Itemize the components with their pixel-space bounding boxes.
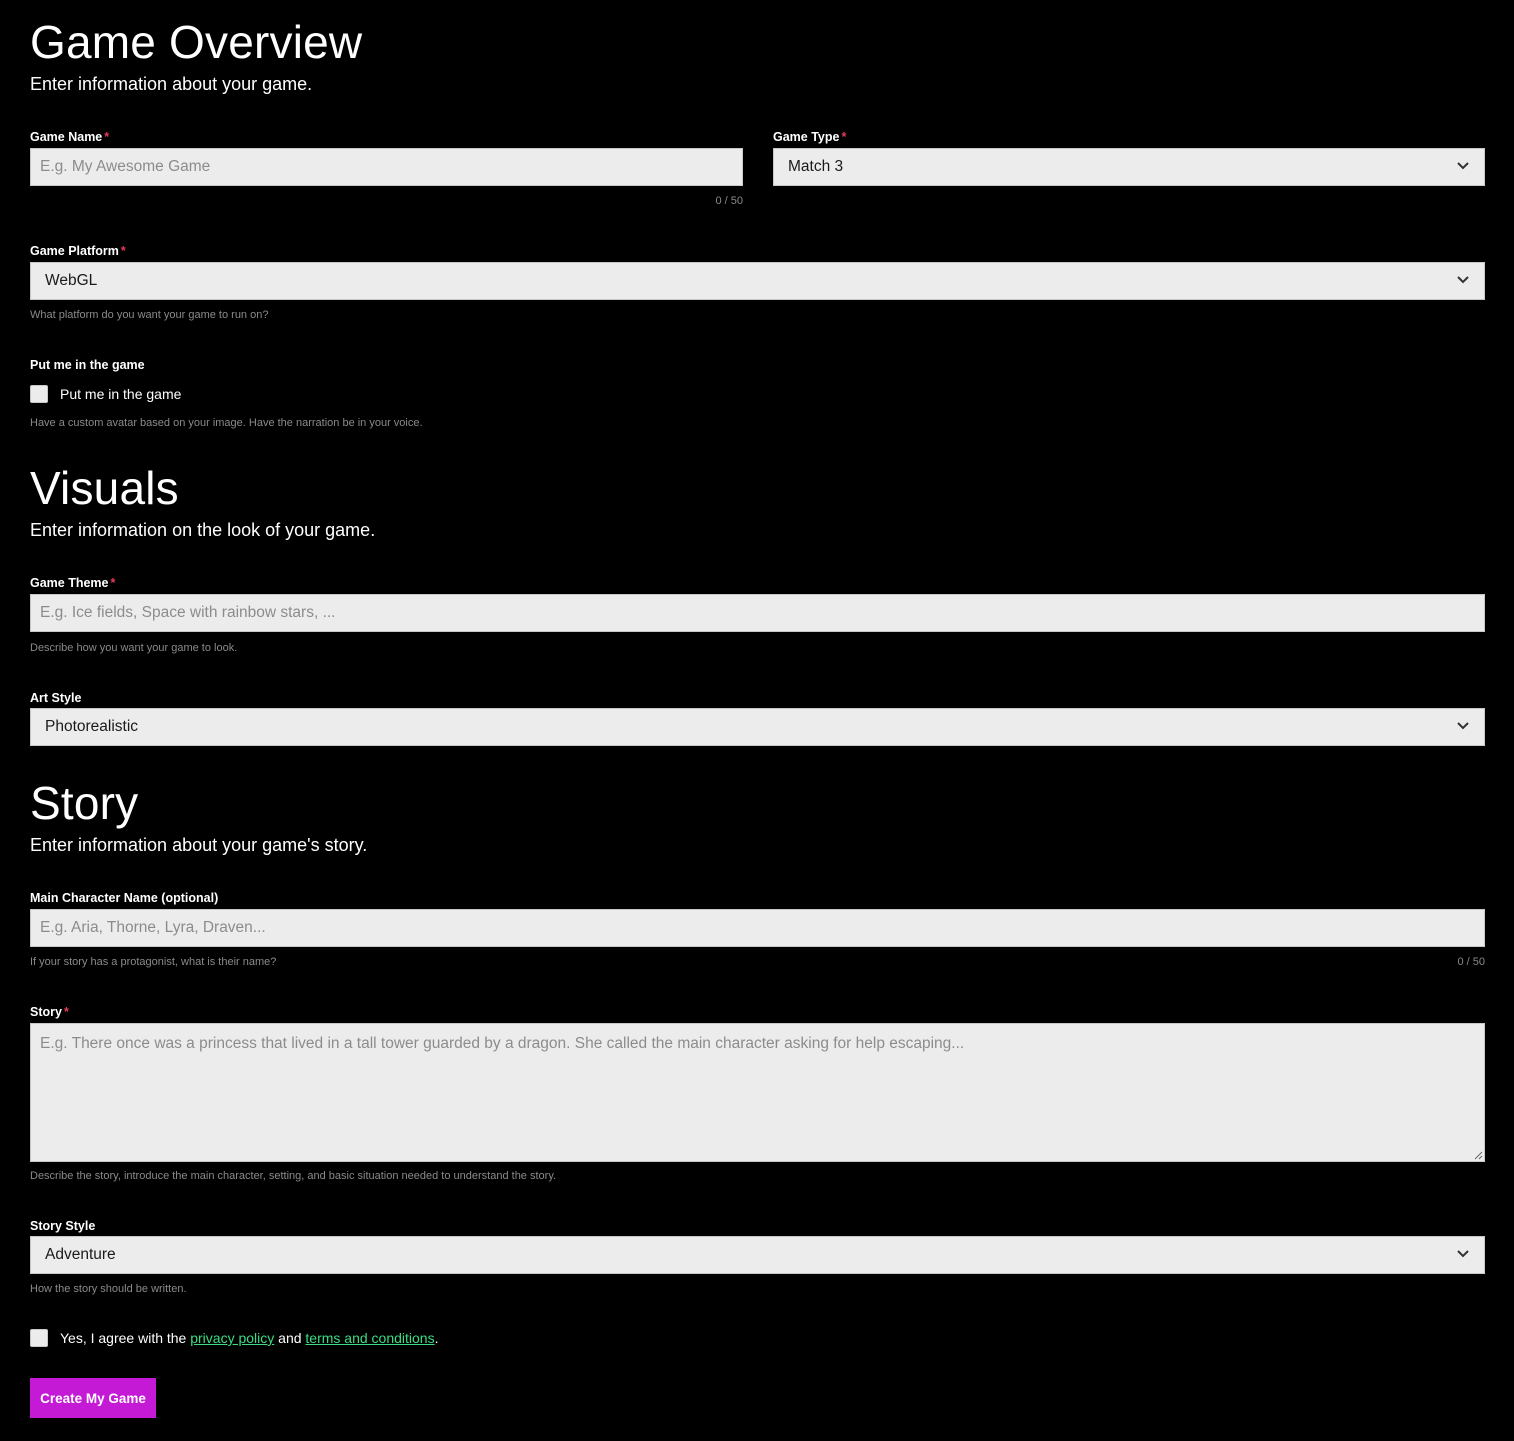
agree-label: Yes, I agree with the privacy policy and… xyxy=(60,1331,438,1345)
story-style-hint: How the story should be written. xyxy=(30,1283,187,1295)
section-subtitle-game-overview: Enter information about your game. xyxy=(30,74,313,94)
privacy-policy-link[interactable]: privacy policy xyxy=(190,1330,274,1346)
put-me-in-game-label: Put me in the game xyxy=(30,358,145,372)
agree-suffix: . xyxy=(434,1330,439,1346)
main-character-field xyxy=(30,909,1485,947)
game-platform-label: Game Platform * xyxy=(30,245,126,258)
art-style-label: Art Style xyxy=(30,691,82,705)
game-platform-label-text: Game Platform xyxy=(30,244,119,258)
section-title-story: Story xyxy=(30,777,139,829)
story-hint: Describe the story, introduce the main c… xyxy=(30,1170,557,1182)
game-name-field xyxy=(30,148,743,186)
required-marker: * xyxy=(120,244,126,258)
main-character-input[interactable] xyxy=(31,910,1484,946)
game-type-select[interactable]: Match 3 xyxy=(773,148,1485,186)
game-platform-value: WebGL xyxy=(45,272,98,289)
put-me-in-game-checkbox[interactable] xyxy=(30,385,48,403)
game-name-input[interactable] xyxy=(31,149,742,185)
game-theme-label-text: Game Theme xyxy=(30,576,109,590)
story-style-value: Adventure xyxy=(45,1246,116,1263)
main-character-hint: If your story has a protagonist, what is… xyxy=(30,956,277,968)
resize-handle-icon[interactable] xyxy=(1473,1150,1483,1160)
story-style-label: Story Style xyxy=(30,1219,96,1233)
required-marker: * xyxy=(63,1005,69,1019)
chevron-down-icon xyxy=(1457,1250,1469,1258)
game-theme-input[interactable] xyxy=(31,595,1484,631)
agree-prefix: Yes, I agree with the xyxy=(60,1330,191,1346)
main-character-counter: 0 / 50 xyxy=(1457,956,1485,968)
story-style-select[interactable]: Adventure xyxy=(30,1236,1485,1274)
section-subtitle-story: Enter information about your game's stor… xyxy=(30,835,368,855)
chevron-down-icon xyxy=(1457,722,1469,730)
game-name-label: Game Name * xyxy=(30,131,109,144)
story-label-text: Story xyxy=(30,1005,62,1019)
art-style-value: Photorealistic xyxy=(45,718,139,735)
game-platform-select[interactable]: WebGL xyxy=(30,262,1485,300)
game-theme-hint: Describe how you want your game to look. xyxy=(30,642,238,654)
game-type-value: Match 3 xyxy=(788,158,844,175)
section-title-game-overview: Game Overview xyxy=(30,16,363,68)
game-theme-field xyxy=(30,594,1485,632)
agree-checkbox[interactable] xyxy=(30,1329,48,1347)
terms-link[interactable]: terms and conditions xyxy=(305,1330,434,1346)
game-type-label-text: Game Type xyxy=(773,130,840,144)
chevron-down-icon xyxy=(1457,276,1469,284)
game-theme-label: Game Theme * xyxy=(30,577,115,590)
story-field xyxy=(30,1023,1485,1162)
story-label: Story * xyxy=(30,1006,69,1019)
create-game-button[interactable]: Create My Game xyxy=(30,1378,156,1418)
section-title-visuals: Visuals xyxy=(30,462,179,514)
put-me-in-game-hint: Have a custom avatar based on your image… xyxy=(30,417,423,429)
put-me-in-game-checkbox-label[interactable]: Put me in the game xyxy=(60,387,181,401)
game-name-counter: 0 / 50 xyxy=(715,195,743,207)
game-type-label: Game Type * xyxy=(773,131,846,144)
required-marker: * xyxy=(110,576,116,590)
story-textarea[interactable] xyxy=(31,1024,1484,1161)
game-name-label-text: Game Name xyxy=(30,130,103,144)
game-platform-hint: What platform do you want your game to r… xyxy=(30,309,269,321)
chevron-down-icon xyxy=(1457,162,1469,170)
required-marker: * xyxy=(104,130,110,144)
section-subtitle-visuals: Enter information on the look of your ga… xyxy=(30,520,376,540)
required-marker: * xyxy=(841,130,847,144)
main-character-label: Main Character Name (optional) xyxy=(30,891,219,905)
art-style-select[interactable]: Photorealistic xyxy=(30,708,1485,746)
agree-middle: and xyxy=(274,1330,306,1346)
